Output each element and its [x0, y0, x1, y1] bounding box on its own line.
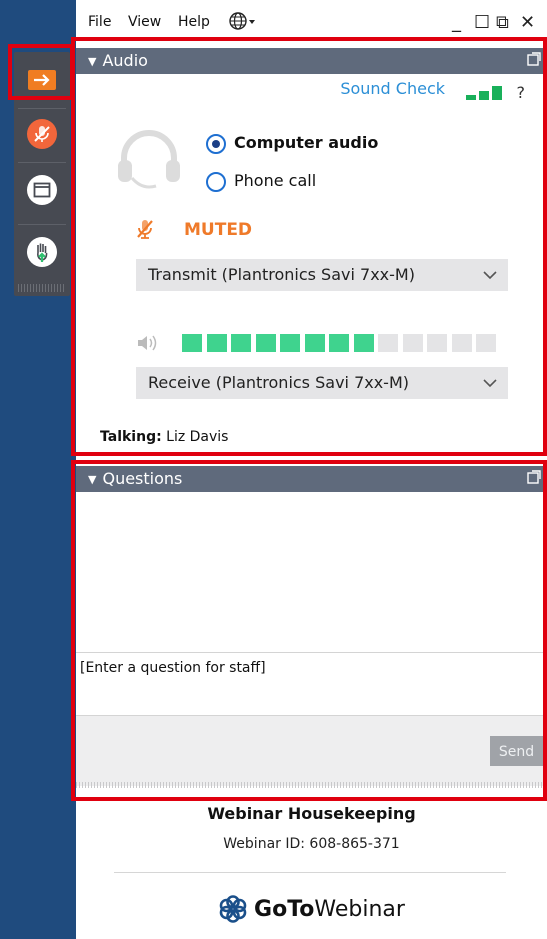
arrow-right-icon	[28, 70, 56, 90]
control-panel-rail	[14, 52, 70, 296]
mute-toggle-button[interactable]	[18, 110, 66, 158]
questions-title: Questions	[102, 469, 183, 488]
collapse-triangle-icon: ▼	[88, 55, 97, 68]
talking-indicator: Talking: Liz Davis	[100, 429, 228, 445]
level-segment	[329, 334, 349, 352]
footer-divider	[114, 872, 506, 873]
gotowebinar-flower-icon	[219, 895, 247, 923]
level-segment	[378, 334, 398, 352]
muted-mic-icon	[137, 220, 153, 239]
restore-button[interactable]: ☐	[474, 12, 490, 33]
question-input-area[interactable]	[76, 652, 547, 716]
gotowebinar-logo: GoToWebinar	[76, 894, 547, 924]
language-menu[interactable]	[228, 11, 258, 35]
audio-help-icon[interactable]: ?	[517, 83, 526, 102]
level-segment	[231, 334, 251, 352]
phone-call-radio[interactable]	[206, 172, 226, 192]
audio-title: Audio	[102, 51, 148, 70]
talking-name: Liz Davis	[166, 429, 229, 445]
questions-header[interactable]: ▼ Questions	[76, 466, 547, 492]
control-panel: File View Help _ ☐ ⧉ ✕ ▼ Audio Sound Chec…	[76, 0, 547, 939]
computer-audio-label[interactable]: Computer audio	[234, 133, 378, 152]
level-segment	[255, 334, 276, 352]
popout-icon[interactable]	[527, 470, 541, 484]
level-segment	[402, 334, 423, 352]
brand-goto: GoTo	[254, 896, 315, 922]
popout-icon[interactable]	[527, 52, 541, 66]
talking-label: Talking:	[100, 429, 162, 445]
menu-help[interactable]: Help	[178, 14, 210, 30]
webinar-title: Webinar Housekeeping	[207, 804, 416, 823]
rail-divider	[18, 162, 66, 163]
minimize-button[interactable]: _	[452, 12, 461, 33]
question-input[interactable]	[76, 657, 544, 679]
level-segment	[476, 334, 496, 352]
raise-hand-button[interactable]	[18, 228, 66, 276]
chevron-down-icon	[482, 259, 498, 302]
level-segment	[304, 334, 325, 352]
mute-status: MUTED	[184, 220, 253, 240]
questions-log[interactable]	[76, 492, 547, 652]
audio-header[interactable]: ▼ Audio	[76, 48, 547, 74]
window-icon	[27, 175, 57, 205]
collapse-triangle-icon: ▼	[88, 473, 97, 486]
sound-check-link[interactable]: Sound Check	[340, 79, 445, 98]
level-segment	[353, 334, 374, 352]
resize-grip[interactable]	[76, 782, 547, 788]
raise-hand-icon	[27, 237, 57, 267]
menu-bar: File View Help _ ☐ ⧉ ✕	[76, 0, 547, 46]
computer-audio-radio[interactable]	[206, 134, 226, 154]
transmit-device-select[interactable]: Transmit (Plantronics Savi 7xx-M)	[136, 259, 508, 291]
brand-webinar: Webinar	[314, 896, 405, 922]
rail-divider	[18, 224, 66, 225]
menu-file[interactable]: File	[88, 14, 111, 30]
screen-view-button[interactable]	[18, 166, 66, 214]
signal-bars-icon	[466, 86, 502, 100]
transmit-device-value: Transmit (Plantronics Savi 7xx-M)	[148, 265, 415, 284]
level-segment	[182, 334, 202, 352]
webinar-id: Webinar ID: 608-865-371	[223, 836, 400, 852]
popout-button[interactable]: ⧉	[496, 12, 509, 33]
questions-footer: Send	[76, 716, 547, 786]
receive-device-value: Receive (Plantronics Savi 7xx-M)	[148, 373, 409, 392]
phone-call-label[interactable]: Phone call	[234, 171, 316, 190]
level-segment	[427, 334, 447, 352]
menu-view[interactable]: View	[128, 14, 161, 30]
level-segment	[280, 334, 300, 352]
rail-divider	[18, 108, 66, 109]
muted-mic-icon	[27, 119, 57, 149]
close-button[interactable]: ✕	[520, 12, 535, 33]
chevron-down-icon	[482, 367, 498, 410]
send-button[interactable]: Send	[490, 736, 543, 766]
level-segment	[451, 334, 472, 352]
show-hide-panel-button[interactable]	[18, 56, 66, 104]
level-segment	[206, 334, 227, 352]
receive-device-select[interactable]: Receive (Plantronics Savi 7xx-M)	[136, 367, 508, 399]
headset-icon	[118, 130, 180, 189]
globe-icon	[229, 12, 255, 30]
speaker-icon	[138, 335, 157, 351]
rail-grip[interactable]	[18, 284, 66, 292]
